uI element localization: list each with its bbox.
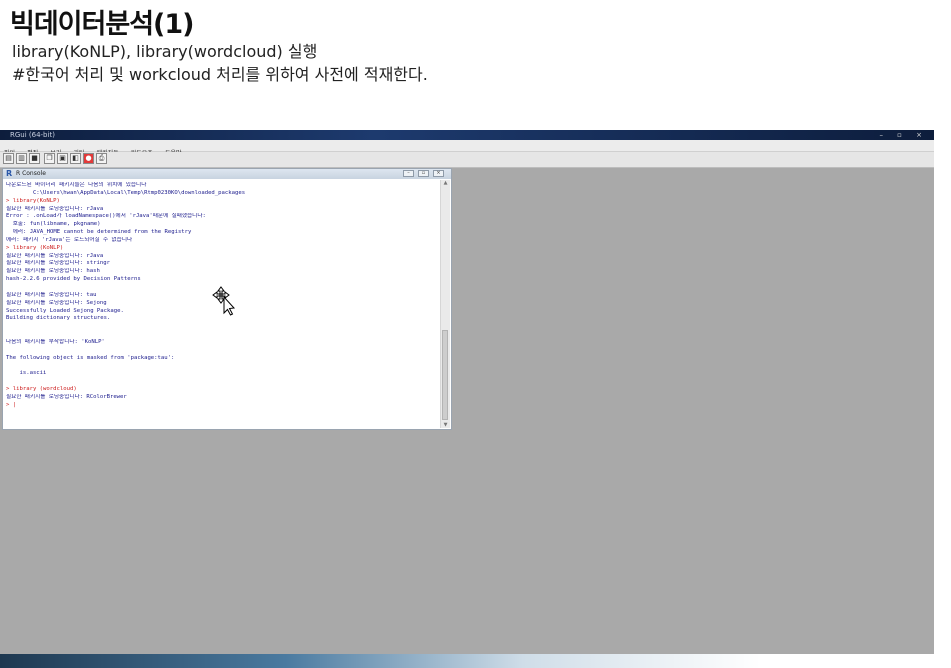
rgui-toolbar: ▤ ▥ ■ ❐ ▣ ◧ ● ⎙: [0, 152, 934, 168]
rgui-window-buttons[interactable]: – ▫ ×: [879, 131, 928, 139]
rgui-app-title: RGui (64-bit): [10, 131, 55, 139]
copy-paste-icon[interactable]: ◧: [70, 153, 81, 164]
rgui-titlebar[interactable]: RGui (64-bit) – ▫ ×: [0, 130, 934, 140]
console-output-line: 필요한 패키지를 로딩중입니다: stringr: [6, 260, 110, 267]
console-output-line: is.ascii: [6, 370, 47, 377]
console-output-line: C:\Users\hwan\AppData\Local\Temp\Rtmp023…: [6, 189, 246, 196]
scrollbar-thumb[interactable]: [442, 330, 448, 420]
r-logo-icon: R: [6, 169, 13, 178]
copy-icon[interactable]: ❐: [44, 153, 55, 164]
open-script-icon[interactable]: ▤: [3, 153, 14, 164]
console-command-line: > library (wordcloud): [6, 385, 77, 392]
r-console-titlebar[interactable]: R R Console – ▫ ×: [3, 169, 451, 179]
rgui-menubar: 파일 편집 보기 기타 패키지들 윈도우즈 도움말: [0, 140, 934, 157]
mouse-cursor-icon: [212, 286, 236, 316]
scroll-up-icon[interactable]: ▲: [442, 180, 449, 186]
rgui-window: RGui (64-bit) – ▫ × 파일 편집 보기 기타 패키지들 윈도우…: [0, 130, 934, 654]
slide-subtitle-line-2: #한국어 처리 및 workcloud 처리를 위하여 사전에 적재한다.: [12, 65, 428, 84]
console-scrollbar[interactable]: ▲ ▼: [440, 180, 450, 428]
paste-icon[interactable]: ▣: [57, 153, 68, 164]
console-close-button[interactable]: ×: [433, 170, 444, 177]
console-output-line: 호출: fun(libname, pkgname): [6, 221, 101, 228]
slide-subtitle-line-1: library(KoNLP), library(wordcloud) 실행: [12, 42, 318, 61]
console-output-line: The following object is masked from 'pac…: [6, 354, 175, 361]
console-command-line: > |: [6, 401, 17, 408]
console-output-line: 에러: JAVA_HOME cannot be determined from …: [6, 229, 192, 236]
console-output-line: 다음의 패키지를 부착합니다: 'KoNLP': [6, 338, 105, 345]
slide-footer-bar: [0, 654, 951, 668]
console-minimize-button[interactable]: –: [403, 170, 414, 177]
slide-title: 빅데이터분석(1): [10, 9, 195, 40]
print-icon[interactable]: ⎙: [96, 153, 107, 164]
console-output-line: 필요한 패키지를 로딩중입니다: RColorBrewer: [6, 393, 127, 400]
load-workspace-icon[interactable]: ▥: [16, 153, 27, 164]
console-output-line: 필요한 패키지를 로딩중입니다: hash: [6, 268, 100, 275]
console-output-line: 에러: 패키지 'rJava'는 로드되어질 수 없습니다: [6, 236, 133, 243]
stop-icon[interactable]: ●: [83, 153, 94, 164]
console-output-line: Building dictionary structures.: [6, 315, 111, 322]
console-output-line: hash-2.2.6 provided by Decision Patterns: [6, 276, 141, 283]
console-output-line: 필요한 패키지를 로딩중입니다: rJava: [6, 205, 104, 212]
scroll-down-icon[interactable]: ▼: [442, 422, 449, 428]
console-output-line: 필요한 패키지를 로딩중입니다: rJava: [6, 252, 104, 259]
console-command-line: > library(KoNLP): [6, 197, 60, 204]
console-command-line: > library (KoNLP): [6, 244, 64, 251]
console-output-line: Error : .onLoad가 loadNamespace()에서 'rJav…: [6, 213, 206, 220]
save-workspace-icon[interactable]: ■: [29, 153, 40, 164]
console-maximize-button[interactable]: ▫: [418, 170, 429, 177]
r-console-title: R Console: [16, 170, 46, 177]
console-output-line: 다운로드된 바이너리 패키지들은 다음의 위치에 있습니다: [6, 182, 147, 188]
